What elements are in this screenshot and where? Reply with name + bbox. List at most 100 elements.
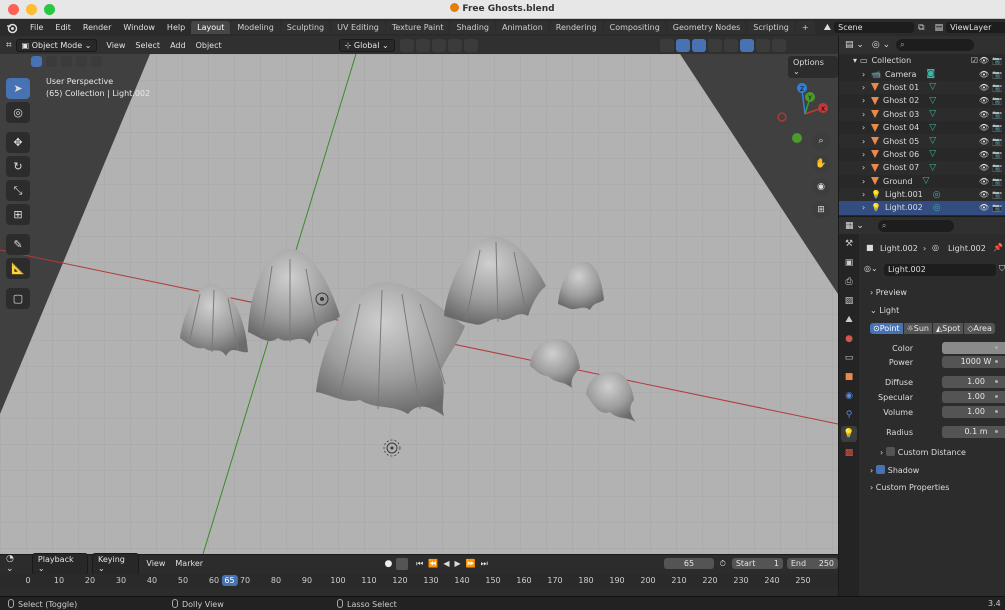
transform-tool[interactable]: ⊞ — [6, 204, 30, 225]
timeline-menu-marker[interactable]: Marker — [170, 559, 208, 568]
scene-properties-tab[interactable]: ⛰ — [841, 312, 857, 328]
tab-texture-paint[interactable]: Texture Paint — [385, 21, 450, 34]
menu-edit[interactable]: Edit — [49, 23, 77, 32]
eye-icon[interactable]: 👁 — [979, 70, 989, 79]
mesh-data-icon[interactable]: ▽ — [929, 82, 939, 92]
scene-selector[interactable]: ⛰ Scene ⧉ — [824, 22, 925, 33]
outliner-item-row[interactable]: › Ground ▽ 👁 📷 — [839, 175, 1005, 188]
outliner-item-row[interactable]: › 📹 Camera ◙ 👁 📷 — [839, 67, 1005, 80]
shadow-checkbox[interactable] — [875, 465, 885, 474]
chevron-right-icon[interactable]: › — [862, 150, 865, 159]
camera-render-icon[interactable]: 📷 — [992, 83, 1002, 92]
outliner-item-row[interactable]: › Ghost 01 ▽ 👁 📷 — [839, 80, 1005, 95]
chevron-right-icon[interactable]: › — [862, 177, 865, 186]
end-frame-field[interactable]: End 250 — [786, 558, 839, 569]
outliner-item-row[interactable]: › Ghost 07 ▽ 👁 📷 — [839, 161, 1005, 175]
shading-solid-icon[interactable] — [739, 38, 754, 52]
auto-keying-icon[interactable] — [396, 557, 409, 570]
object-mode-dropdown[interactable]: ▣ Object Mode ⌄ — [15, 38, 98, 52]
eye-icon[interactable]: 👁 — [979, 203, 989, 212]
overlay-toggle-icon[interactable] — [691, 38, 706, 52]
menu-help[interactable]: Help — [161, 23, 191, 32]
chevron-right-icon[interactable]: › — [862, 137, 865, 146]
chevron-right-icon[interactable]: › — [862, 123, 865, 132]
scale-tool[interactable]: ⤡ — [6, 180, 30, 201]
tab-animation[interactable]: Animation — [495, 21, 549, 34]
custom-distance-subpanel[interactable]: › Custom Distance — [880, 447, 966, 457]
new-scene-icon[interactable]: ⧉ — [918, 23, 924, 33]
pin-icon[interactable]: 📌 — [993, 243, 1003, 252]
light-data-icon[interactable]: ◎ — [933, 203, 943, 213]
proportional-edit-icon[interactable] — [447, 38, 462, 52]
start-frame-field[interactable]: Start 1 — [731, 558, 783, 569]
render-properties-tab[interactable]: ▣ — [841, 255, 857, 271]
camera-render-icon[interactable]: 📷 — [992, 123, 1002, 132]
animate-color-dot[interactable] — [995, 346, 998, 349]
camera-data-icon[interactable]: ◙ — [926, 69, 936, 79]
tab-uv-editing[interactable]: UV Editing — [331, 21, 385, 34]
chevron-right-icon[interactable]: › — [862, 110, 865, 119]
keying-dropdown[interactable]: Keying ⌄ — [91, 552, 140, 575]
camera-render-icon[interactable]: 📷 — [992, 137, 1002, 146]
jump-end-button[interactable]: ⏭ — [481, 559, 488, 569]
physics-properties-tab[interactable]: ◉ — [841, 388, 857, 404]
view-layer-name[interactable]: ViewLayer — [946, 22, 1005, 33]
annotate-tool[interactable]: ✎ — [6, 234, 30, 255]
timeline-editor[interactable]: ◔ ⌄ Playback ⌄ Keying ⌄ View Marker ● ⏮ … — [0, 552, 839, 596]
snap-icon[interactable] — [415, 38, 430, 52]
tab-modeling[interactable]: Modeling — [231, 21, 280, 34]
eye-icon[interactable]: 👁 — [979, 110, 989, 119]
preview-panel-header[interactable]: › Preview — [870, 288, 907, 297]
camera-render-icon[interactable]: 📷 — [992, 177, 1002, 186]
chevron-right-icon[interactable]: › — [862, 70, 865, 79]
menu-window[interactable]: Window — [117, 23, 161, 32]
tab-shading[interactable]: Shading — [450, 21, 495, 34]
outliner-collection-row[interactable]: ▾ ▭ Collection ☑ 👁 📷 — [839, 54, 1005, 67]
menu-file[interactable]: File — [24, 23, 49, 32]
current-frame-marker[interactable]: 65 — [221, 575, 238, 586]
rotate-tool[interactable]: ↻ — [6, 156, 30, 177]
camera-render-icon[interactable]: 📷 — [992, 96, 1002, 105]
viewport-menu-object[interactable]: Object — [191, 41, 227, 50]
3d-viewport[interactable]: ⌗ ▣ Object Mode ⌄ View Select Add Object… — [0, 36, 838, 554]
camera-view-button[interactable]: ◉ — [812, 178, 830, 196]
outliner-item-row[interactable]: › Ghost 02 ▽ 👁 📷 — [839, 94, 1005, 107]
playback-dropdown[interactable]: Playback ⌄ — [31, 552, 88, 575]
move-tool[interactable]: ✥ — [6, 132, 30, 153]
collection-exclude-checkbox[interactable]: ☑ — [971, 56, 978, 65]
mesh-data-icon[interactable]: ▽ — [929, 163, 939, 173]
outliner-item-row[interactable]: › Ghost 03 ▽ 👁 📷 — [839, 107, 1005, 121]
view-layer-properties-tab[interactable]: ▨ — [841, 293, 857, 309]
select-intersect-icon[interactable] — [91, 56, 102, 67]
cursor-tool[interactable]: ◎ — [6, 102, 30, 123]
object-properties-tab[interactable]: ■ — [841, 369, 857, 385]
light-type-sun[interactable]: ☼Sun — [903, 323, 932, 334]
view-layer-selector[interactable]: ▤ ViewLayer ⧉ — [935, 22, 1005, 33]
record-button[interactable]: ● — [385, 559, 393, 569]
camera-render-icon[interactable]: 📷 — [992, 56, 1002, 65]
ortho-toggle-button[interactable]: ⊞ — [812, 201, 830, 219]
jump-keyframe-forward-button[interactable]: ⏩ — [466, 559, 476, 568]
mesh-data-icon[interactable]: ▽ — [922, 176, 932, 186]
current-frame-field[interactable]: 65 — [664, 558, 714, 569]
mesh-data-icon[interactable]: ▽ — [929, 136, 939, 146]
light-type-area[interactable]: ◇Area — [964, 323, 995, 334]
eye-icon[interactable]: 👁 — [979, 163, 989, 172]
light-data-properties-tab[interactable]: 💡 — [841, 426, 857, 442]
editor-type-icon[interactable]: ⌗ — [6, 40, 12, 51]
mesh-data-icon[interactable]: ▽ — [929, 123, 939, 133]
mesh-data-icon[interactable]: ▽ — [929, 96, 939, 106]
light-datablock-selector[interactable]: ◎⌄ Light.002 ⛉ — [860, 264, 1005, 277]
play-reverse-button[interactable]: ◀ — [443, 559, 449, 568]
eye-icon[interactable]: 👁 — [979, 190, 989, 199]
outliner-item-row[interactable]: › Ghost 04 ▽ 👁 📷 — [839, 121, 1005, 134]
animate-specular-dot[interactable] — [995, 395, 998, 398]
shadow-panel-header[interactable]: › Shadow — [870, 465, 919, 475]
select-extend-icon[interactable] — [46, 56, 57, 67]
outliner[interactable]: ▤ ⌄ ◎ ⌄ ⌕ ▾ ▭ Collection ☑ 👁 📷 › 📹 Camera ◙ 👁 📷 › Gho… — [838, 36, 1005, 216]
chevron-right-icon[interactable]: › — [862, 96, 865, 105]
light-data-icon[interactable]: ◎ — [933, 190, 943, 200]
zoom-view-button[interactable]: ⌕ — [812, 132, 830, 150]
tab-rendering[interactable]: Rendering — [549, 21, 603, 34]
eye-icon[interactable]: 👁 — [979, 83, 989, 92]
